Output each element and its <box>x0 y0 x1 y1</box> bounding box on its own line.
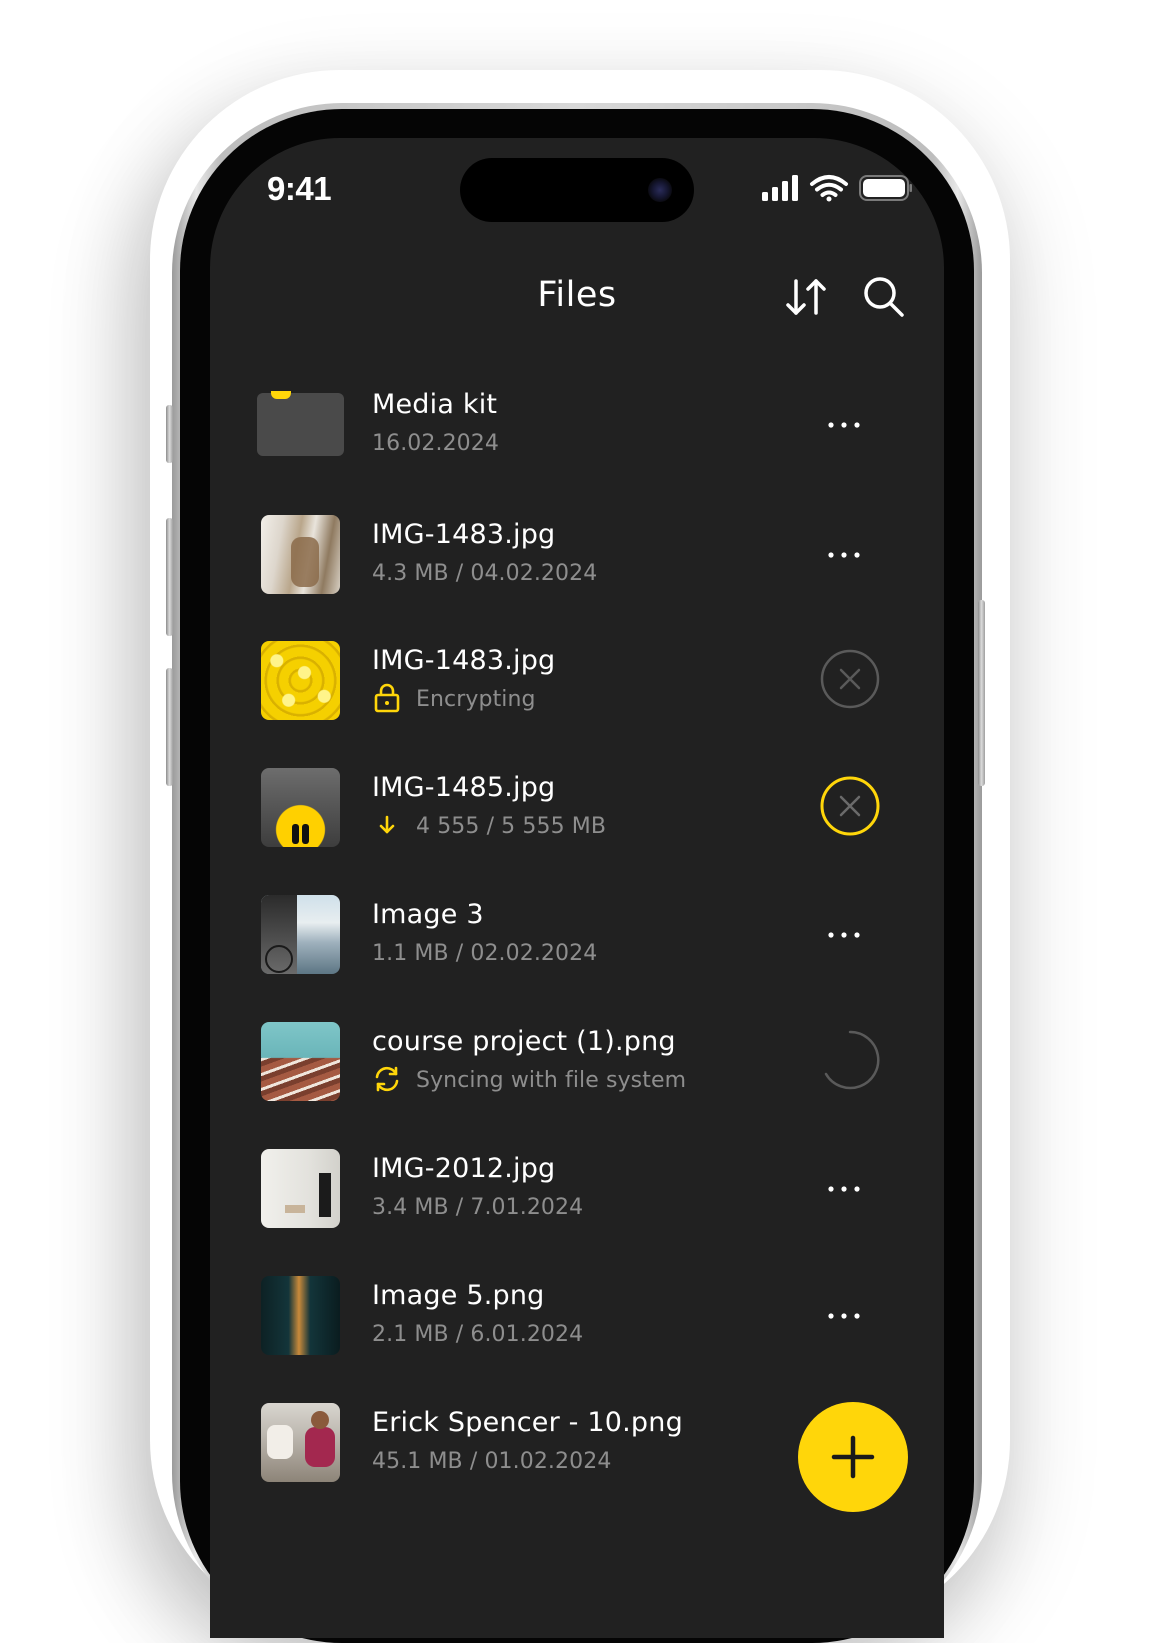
list-item[interactable]: course project (1).png Syncing with file… <box>256 1018 916 1106</box>
file-name: Image 3 <box>372 899 484 930</box>
page-title: Files <box>537 275 617 315</box>
cancel-download-button[interactable] <box>820 776 880 836</box>
cancel-button[interactable] <box>820 649 880 709</box>
more-button[interactable] <box>826 1181 866 1197</box>
close-icon <box>820 776 880 836</box>
power-button <box>978 600 985 786</box>
file-meta: 3.4 MB / 7.01.2024 <box>372 1195 584 1220</box>
more-icon <box>828 1313 860 1319</box>
file-name: Media kit <box>372 389 498 420</box>
sort-icon <box>786 279 826 315</box>
more-icon <box>828 552 860 558</box>
add-file-button[interactable] <box>798 1402 908 1512</box>
image-thumbnail <box>261 1276 340 1355</box>
download-arrow-icon <box>372 810 402 840</box>
more-icon <box>828 422 860 428</box>
image-thumbnail <box>261 768 340 847</box>
file-name: IMG-2012.jpg <box>372 1153 556 1184</box>
battery-icon <box>859 175 912 201</box>
plus-icon <box>831 1435 875 1479</box>
file-name: IMG-1483.jpg <box>372 519 556 550</box>
file-meta: 4.3 MB / 04.02.2024 <box>372 561 598 586</box>
loading-spinner <box>820 1030 880 1090</box>
file-name: Erick Spencer - 10.png <box>372 1407 683 1438</box>
file-name: IMG-1483.jpg <box>372 645 556 676</box>
more-button[interactable] <box>826 1308 866 1324</box>
more-icon <box>828 1186 860 1192</box>
list-item[interactable]: Media kit 16.02.2024 <box>256 381 916 469</box>
folder-icon <box>257 391 344 456</box>
status-time: 9:41 <box>267 170 332 207</box>
image-thumbnail <box>261 1149 340 1228</box>
lock-icon <box>372 683 402 713</box>
file-status: Encrypting <box>416 687 536 712</box>
signal-icon <box>762 175 798 201</box>
image-thumbnail <box>261 895 340 974</box>
volume-down-button <box>166 668 173 786</box>
more-icon <box>828 932 860 938</box>
search-button[interactable] <box>862 275 906 319</box>
list-item[interactable]: Image 5.png 2.1 MB / 6.01.2024 <box>256 1272 916 1360</box>
mute-switch <box>166 405 173 463</box>
sync-icon <box>372 1064 402 1094</box>
wifi-icon <box>810 175 848 202</box>
image-thumbnail <box>261 1022 340 1101</box>
list-item[interactable]: Image 3 1.1 MB / 02.02.2024 <box>256 891 916 979</box>
file-meta: 16.02.2024 <box>372 431 499 456</box>
search-icon <box>864 277 904 317</box>
file-name: Image 5.png <box>372 1280 545 1311</box>
file-status: Syncing with file system <box>416 1068 687 1093</box>
file-meta: 1.1 MB / 02.02.2024 <box>372 941 598 966</box>
more-button[interactable] <box>826 417 866 433</box>
list-item[interactable]: IMG-2012.jpg 3.4 MB / 7.01.2024 <box>256 1145 916 1233</box>
more-button[interactable] <box>826 927 866 943</box>
close-icon <box>820 649 880 709</box>
camera-icon <box>648 178 672 202</box>
image-thumbnail <box>261 515 340 594</box>
more-button[interactable] <box>826 547 866 563</box>
status-icons <box>762 174 912 204</box>
sort-button[interactable] <box>784 275 828 319</box>
file-name: IMG-1485.jpg <box>372 772 556 803</box>
list-item[interactable]: IMG-1485.jpg 4 555 / 5 555 MB <box>256 764 916 852</box>
volume-up-button <box>166 518 173 636</box>
dynamic-island <box>460 158 694 222</box>
spinner-icon <box>824 1030 880 1090</box>
file-progress: 4 555 / 5 555 MB <box>416 814 607 839</box>
image-thumbnail <box>261 1403 340 1482</box>
screen: 9:41 Files Media kit 16.02.2024 IMG-1483… <box>210 138 944 1638</box>
file-name: course project (1).png <box>372 1026 676 1057</box>
image-thumbnail <box>261 641 340 720</box>
file-meta: 45.1 MB / 01.02.2024 <box>372 1449 612 1474</box>
list-item[interactable]: IMG-1483.jpg Encrypting <box>256 637 916 725</box>
file-meta: 2.1 MB / 6.01.2024 <box>372 1322 584 1347</box>
list-item[interactable]: IMG-1483.jpg 4.3 MB / 04.02.2024 <box>256 511 916 599</box>
